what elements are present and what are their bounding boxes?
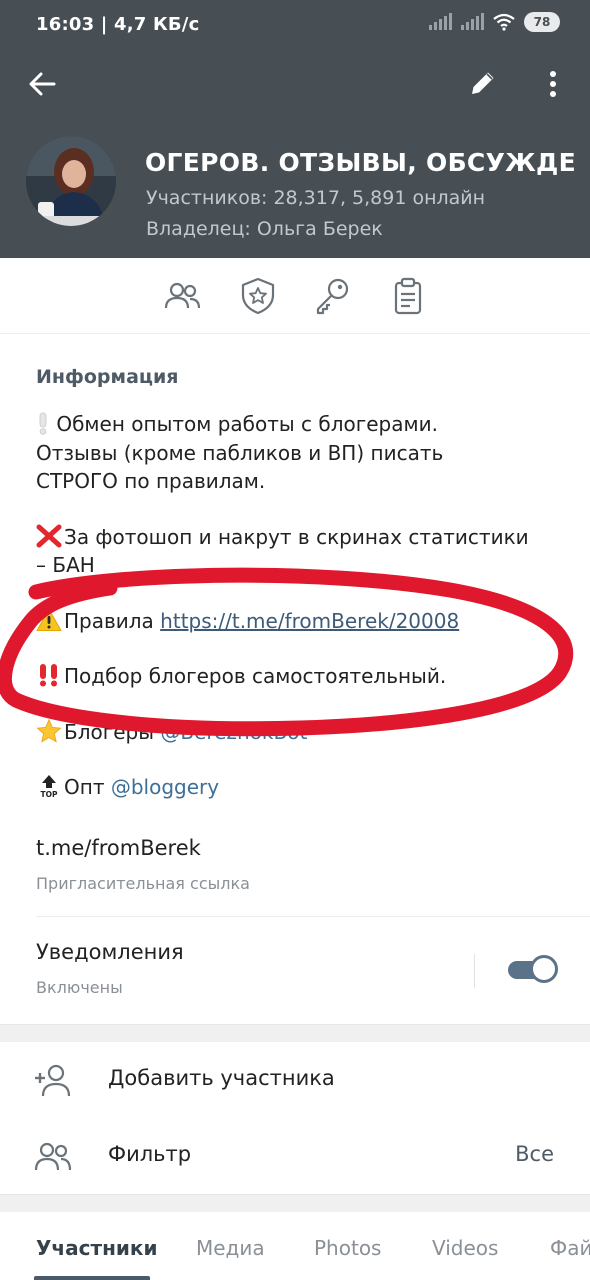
- chat-header: БЛОГЕРОВ. ОТЗЫВЫ, ОБСУЖДЕ Участников: 28…: [0, 52, 590, 258]
- bloggers-bot-mention[interactable]: @BereznokBot: [160, 720, 307, 744]
- double-exclamation-icon: [40, 664, 57, 687]
- section-gap-2: [0, 1194, 590, 1212]
- description-ban: За фотошоп и накрут в скринах статистики…: [36, 524, 529, 577]
- description-opt: TOP Опт @bloggery: [36, 773, 566, 802]
- description-rules: Правила https://t.me/fromBerek/20008: [36, 607, 566, 636]
- members-filter-icon: [34, 1142, 72, 1171]
- invite-link[interactable]: t.me/fromBerek: [36, 836, 201, 860]
- add-user-icon: [35, 1064, 71, 1097]
- description-bloggers: Блогеры @BereznokBot: [36, 718, 566, 747]
- top-arrow-icon: TOP: [41, 775, 58, 798]
- toggle-knob: [530, 955, 558, 983]
- notifications-title[interactable]: Уведомления: [36, 940, 184, 964]
- tab-members[interactable]: Участники: [36, 1236, 158, 1260]
- notifications-toggle[interactable]: [506, 954, 558, 984]
- edit-pencil-icon[interactable]: [466, 66, 500, 100]
- opt-mention[interactable]: @bloggery: [111, 775, 219, 799]
- red-cross-icon: [36, 524, 62, 547]
- notifications-separator: [474, 954, 475, 988]
- system-icons: 78: [428, 12, 560, 32]
- active-tab-indicator: [34, 1276, 150, 1280]
- filter-value[interactable]: Все: [515, 1142, 554, 1166]
- action-icon-row: [0, 258, 590, 334]
- status-bar: 16:03 | 4,7 КБ/с 78: [0, 0, 590, 52]
- info-section-title: Информация: [36, 366, 179, 388]
- rules-link[interactable]: https://t.me/fromBerek/20008: [160, 609, 459, 633]
- description-intro: Обмен опытом работы с блогерами. Отзывы …: [36, 412, 444, 493]
- clipboard-icon[interactable]: [388, 276, 428, 316]
- white-exclamation-icon: [39, 412, 47, 435]
- owner-line: Владелец: Ольга Берек: [146, 218, 383, 240]
- star-icon: [36, 718, 62, 743]
- members-icon[interactable]: [162, 276, 202, 316]
- notifications-status: Включены: [36, 978, 123, 997]
- shield-star-icon[interactable]: [238, 276, 278, 316]
- info-section: Информация Обмен опытом работы с блогера…: [0, 334, 590, 1024]
- description-selection: Подбор блогеров самостоятельный.: [36, 662, 566, 691]
- warning-icon: [36, 608, 62, 631]
- member-count: Участников: 28,317, 5,891 онлайн: [146, 187, 486, 209]
- signal-icon: [429, 13, 452, 30]
- invite-link-label: Пригласительная ссылка: [36, 874, 250, 893]
- back-arrow-icon[interactable]: [24, 66, 60, 102]
- filter-row[interactable]: Фильтр Все: [0, 1118, 590, 1194]
- status-time: 16:03 | 4,7 КБ/с: [36, 14, 200, 35]
- tab-files[interactable]: Фай: [550, 1236, 590, 1260]
- divider: [36, 916, 590, 917]
- add-member-label: Добавить участника: [108, 1066, 335, 1090]
- section-gap: [0, 1024, 590, 1042]
- tab-videos[interactable]: Videos: [432, 1236, 498, 1260]
- tab-photos[interactable]: Photos: [314, 1236, 381, 1260]
- svg-text:TOP: TOP: [41, 790, 58, 798]
- more-vert-icon[interactable]: [540, 66, 566, 102]
- group-title-clip: БЛОГЕРОВ. ОТЗЫВЫ, ОБСУЖДЕ: [146, 148, 576, 184]
- key-icon[interactable]: [312, 276, 352, 316]
- tab-media[interactable]: Медиа: [196, 1236, 265, 1260]
- group-description: Обмен опытом работы с блогерами. Отзывы …: [36, 410, 566, 829]
- wifi-icon: [493, 13, 515, 31]
- add-member-row[interactable]: Добавить участника: [0, 1042, 590, 1118]
- group-avatar[interactable]: [26, 136, 116, 226]
- signal-icon-2: [461, 13, 484, 30]
- filter-label: Фильтр: [108, 1142, 192, 1166]
- group-title: БЛОГЕРОВ. ОТЗЫВЫ, ОБСУЖДЕ: [146, 148, 576, 177]
- media-tabs: Участники Медиа Photos Videos Фай: [0, 1212, 590, 1280]
- battery-indicator: 78: [524, 12, 560, 32]
